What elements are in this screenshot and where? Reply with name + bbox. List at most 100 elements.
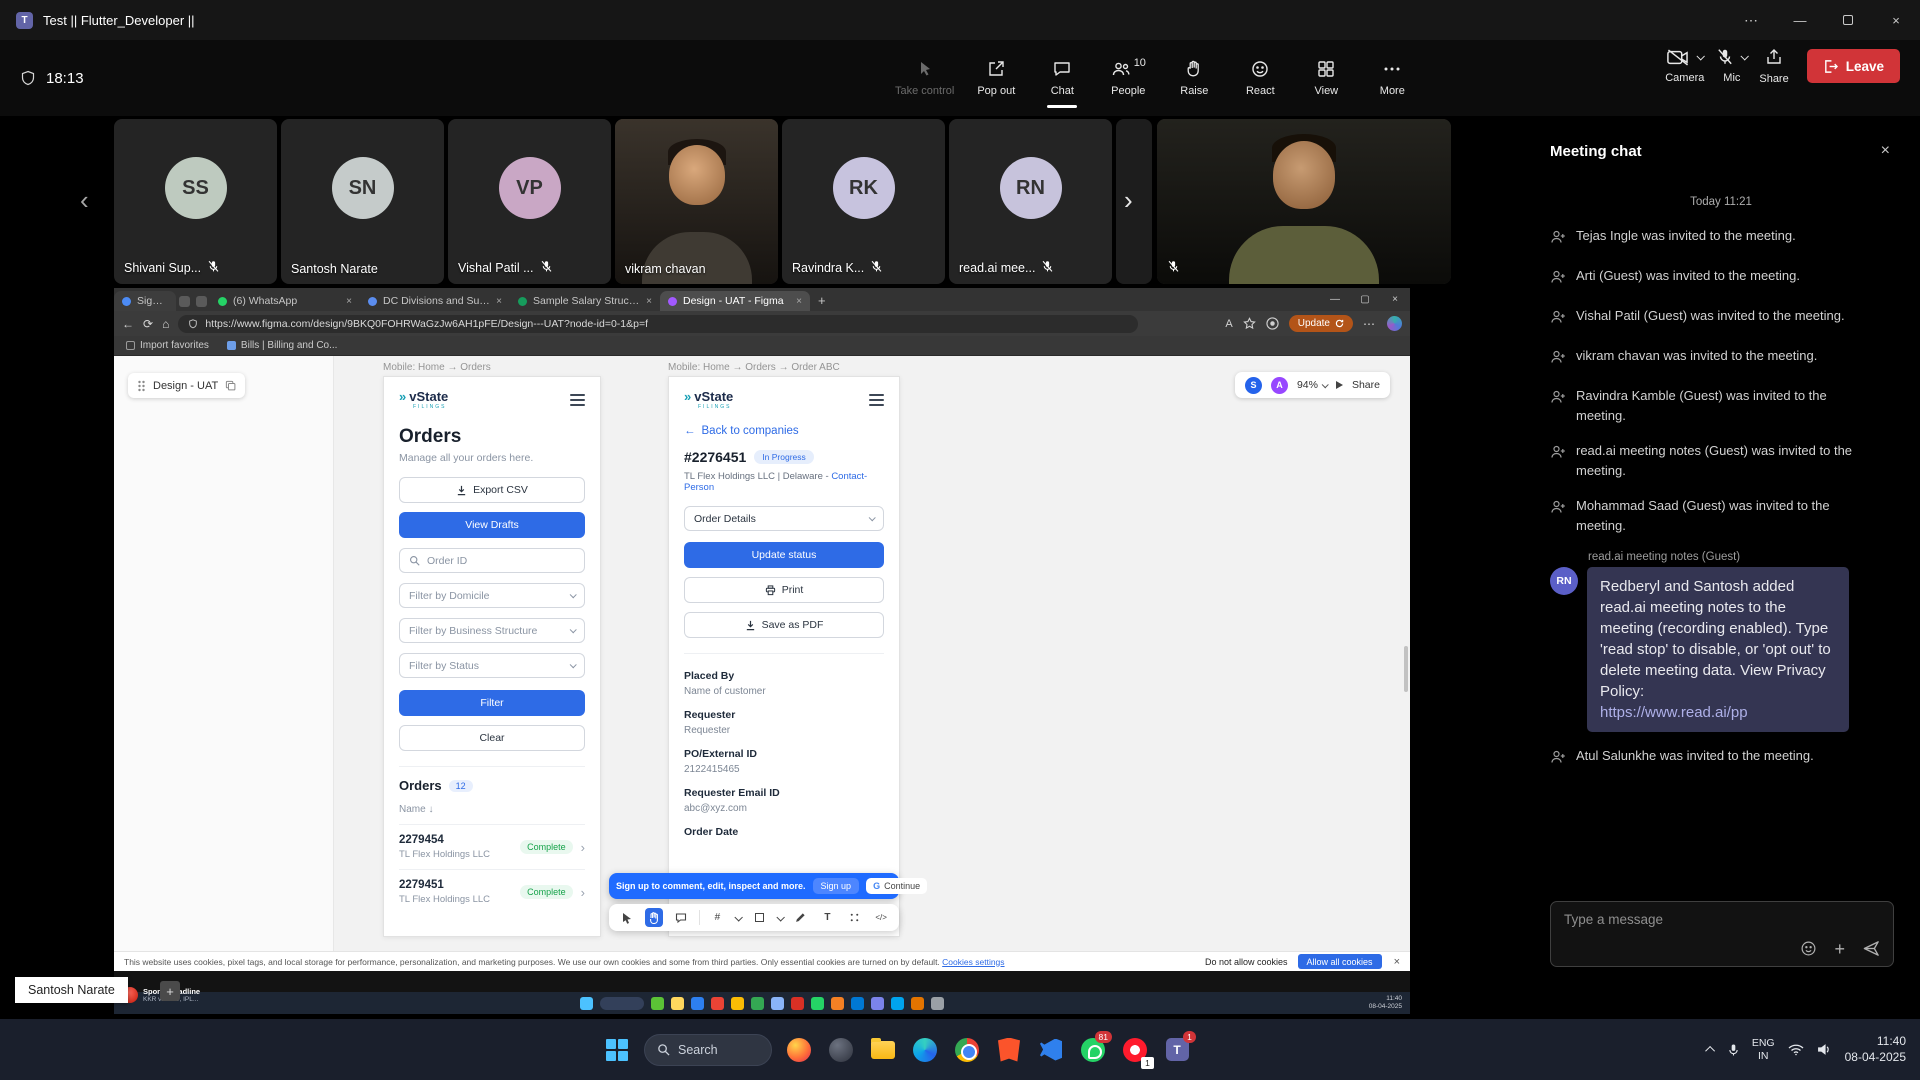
browser-maximize-button[interactable]: ▢ [1350,294,1380,305]
maximize-button[interactable] [1824,0,1872,40]
pop-out-button[interactable]: Pop out [965,47,1027,109]
filter-button[interactable]: Filter [399,690,585,716]
hamburger-menu-icon[interactable] [869,394,884,406]
volume-icon[interactable] [1817,1043,1832,1056]
send-icon[interactable] [1862,939,1881,958]
column-header-name[interactable]: Name ↓ [399,804,585,815]
mini-app-icon[interactable] [851,997,864,1010]
taskbar-app-whatsapp[interactable]: 81 [1076,1033,1110,1067]
taskbar-app-opera[interactable]: 1 [1118,1033,1152,1067]
shape-tool-icon[interactable] [750,908,768,927]
mini-app-icon[interactable] [751,997,764,1010]
mini-app-icon[interactable] [671,997,684,1010]
present-icon[interactable] [1336,381,1343,389]
camera-button[interactable]: Camera [1665,49,1704,84]
close-tab-icon[interactable]: × [796,296,802,307]
order-id-search-input[interactable]: Order ID [399,548,585,573]
close-tab-icon[interactable]: × [496,296,502,307]
browser-tab[interactable]: (6) WhatsApp× [210,291,360,311]
browser-close-button[interactable]: × [1380,294,1410,305]
tray-expand-icon[interactable] [1705,1046,1715,1056]
url-field[interactable]: https://www.figma.com/design/9BKQ0FOHRWa… [178,315,1138,333]
workspaces-icon[interactable] [196,296,207,307]
taskbar-app-teams[interactable]: T1 [1160,1033,1194,1067]
wifi-icon[interactable] [1788,1043,1804,1056]
language-indicator[interactable]: ENGIN [1752,1037,1775,1061]
frame-breadcrumb[interactable]: Mobile: Home → Orders → Order ABC [668,362,840,373]
participant-tile-partial[interactable] [1116,119,1152,284]
refresh-icon[interactable]: ⟳ [143,317,153,331]
copy-icon[interactable] [225,380,236,391]
participant-tile[interactable]: vikram chavan [615,119,778,284]
scroll-right-icon[interactable]: › [1124,185,1133,216]
chat-input[interactable]: Type a message + [1550,901,1894,967]
participant-tile[interactable]: VPVishal Patil ... [448,119,611,284]
resources-tool-icon[interactable] [845,908,863,927]
back-to-companies-link[interactable]: ← Back to companies [684,425,884,437]
export-csv-button[interactable]: Export CSV [399,477,585,503]
pen-tool-icon[interactable] [792,908,810,927]
mini-app-icon[interactable] [931,997,944,1010]
browser-tab-signin[interactable]: Sign in [114,291,176,311]
browser-minimize-button[interactable]: — [1320,294,1350,305]
close-icon[interactable]: × [1394,956,1400,968]
participant-tile[interactable]: RNread.ai mee... [949,119,1112,284]
browser-tab[interactable]: Sample Salary Structure with calc× [510,291,660,311]
site-info-icon[interactable] [188,319,198,329]
chat-button[interactable]: Chat [1031,47,1093,109]
window-more-icon[interactable]: ⋯ [1728,0,1776,40]
view-button[interactable]: View [1295,47,1357,109]
new-tab-button[interactable]: + [818,293,826,308]
mic-dropdown-icon[interactable] [1741,52,1749,60]
taskbar-app-firefox[interactable] [782,1033,816,1067]
order-row[interactable]: 2279451TL Flex Holdings LLCComplete› [399,869,585,905]
cookie-settings-link[interactable]: Cookies settings [942,957,1004,967]
chevron-right-icon[interactable]: › [581,885,585,900]
pin-button[interactable]: + [160,981,180,1001]
deny-cookies-button[interactable]: Do not allow cookies [1205,957,1288,967]
mini-app-icon[interactable] [731,997,744,1010]
shared-screen[interactable]: Sign in (6) WhatsApp×DC Divisions and Sur… [114,288,1410,1014]
scroll-left-icon[interactable]: ‹ [80,185,89,216]
close-chat-icon[interactable]: × [1881,142,1890,160]
mini-app-icon[interactable] [811,997,824,1010]
dev-mode-icon[interactable]: </> [872,908,890,927]
hamburger-menu-icon[interactable] [570,394,585,406]
participant-tile-spotlight[interactable] [1157,119,1451,284]
mini-app-icon[interactable] [691,997,704,1010]
browser-tab[interactable]: Design - UAT - Figma× [660,291,810,311]
taskbar-app-files[interactable] [866,1033,900,1067]
taskbar-app-vscode[interactable] [1034,1033,1068,1067]
figma-frame-orders[interactable]: »vState FILINGS Orders Manage all your o… [383,376,601,937]
mic-button[interactable]: Mic [1716,48,1747,84]
chevron-down-icon[interactable] [776,913,784,921]
update-status-button[interactable]: Update status [684,542,884,568]
figma-canvas[interactable]: Design - UAT S A 94% Share Mobile: Home … [114,356,1410,951]
browser-update-button[interactable]: Update [1289,315,1353,332]
emoji-icon[interactable] [1800,940,1817,957]
save-as-pdf-button[interactable]: Save as PDF [684,612,884,638]
favorite-import[interactable]: Import favorites [126,340,209,351]
close-tab-icon[interactable]: × [346,296,352,307]
browser-profile-avatar[interactable] [1387,316,1402,331]
take-control-button[interactable]: Take control [888,47,961,109]
mini-app-icon[interactable] [791,997,804,1010]
canvas-scrollbar[interactable] [1404,646,1408,692]
text-tool-icon[interactable]: T [819,908,837,927]
back-icon[interactable]: ← [122,317,134,331]
figma-frame-order-detail[interactable]: »vState FILINGS ← Back to companies #227… [668,376,900,937]
chevron-down-icon[interactable] [735,913,743,921]
tray-mic-icon[interactable] [1728,1043,1739,1057]
participant-tile[interactable]: RKRavindra K... [782,119,945,284]
frame-tool-icon[interactable]: # [709,908,727,927]
close-tab-icon[interactable]: × [646,296,652,307]
leave-button[interactable]: Leave [1807,49,1900,83]
browser-tab[interactable]: DC Divisions and Surroundings× [360,291,510,311]
participant-tile[interactable]: SSShivani Sup... [114,119,277,284]
mini-app-icon[interactable] [871,997,884,1010]
read-aloud-icon[interactable]: A [1225,318,1232,330]
mini-app-icon[interactable] [831,997,844,1010]
mini-app-icon[interactable] [711,997,724,1010]
collaborator-avatar[interactable]: S [1245,377,1262,394]
view-drafts-button[interactable]: View Drafts [399,512,585,538]
